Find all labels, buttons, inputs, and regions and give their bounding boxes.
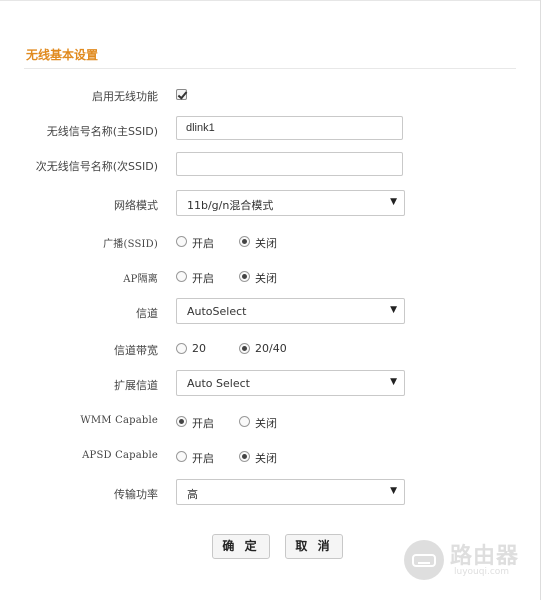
checkmark-icon [177,89,188,100]
dropdown-arrow-icon: ▼ [390,305,397,315]
section-title: 无线基本设置 [26,48,99,62]
wmm-on-radio[interactable] [176,416,187,427]
confirm-button[interactable]: 确 定 [212,534,270,559]
tx-power-select[interactable]: 高 ▼ [176,479,405,505]
ap-isolation-on-label[interactable]: 开启 [192,270,214,286]
sub-ssid-input[interactable] [176,152,403,176]
ext-channel-select[interactable]: Auto Select ▼ [176,370,405,396]
network-mode-label: 网络模式 [114,199,158,212]
ap-isolation-on-radio[interactable] [176,271,187,282]
frame-top-border [0,0,541,1]
radio-selected-dot [242,346,247,351]
broadcast-off-label[interactable]: 关闭 [255,235,277,251]
tx-power-label: 传输功率 [114,488,158,501]
dropdown-arrow-icon: ▼ [390,486,397,496]
radio-selected-dot [242,239,247,244]
apsd-off-radio[interactable] [239,451,250,462]
broadcast-on-label[interactable]: 开启 [192,235,214,251]
bandwidth-20-radio[interactable] [176,343,187,354]
bandwidth-20-label[interactable]: 20 [192,342,206,355]
ext-channel-value: Auto Select [187,377,250,390]
wmm-label: WMM Capable [80,415,158,426]
channel-bandwidth-label: 信道带宽 [114,344,158,357]
channel-value: AutoSelect [187,305,247,318]
apsd-on-radio[interactable] [176,451,187,462]
ap-isolation-off-label[interactable]: 关闭 [255,270,277,286]
wmm-off-radio[interactable] [239,416,250,427]
enable-wireless-checkbox[interactable] [176,89,188,100]
radio-selected-dot [242,454,247,459]
channel-label: 信道 [136,307,158,320]
router-icon [404,540,444,580]
dropdown-arrow-icon: ▼ [390,377,397,387]
bandwidth-20-40-label[interactable]: 20/40 [255,342,287,355]
bandwidth-20-40-radio[interactable] [239,343,250,354]
network-mode-select[interactable]: 11b/g/n混合模式 ▼ [176,190,405,216]
apsd-on-label[interactable]: 开启 [192,450,214,466]
apsd-label: APSD Capable [82,450,158,461]
main-ssid-label: 无线信号名称(主SSID) [46,125,158,138]
radio-selected-dot [242,274,247,279]
broadcast-label: 广播(SSID) [103,239,158,250]
cancel-button[interactable]: 取 消 [285,534,343,559]
watermark-subtext: luyouqi.com [454,567,510,577]
broadcast-on-radio[interactable] [176,236,187,247]
radio-selected-dot [179,419,184,424]
network-mode-value: 11b/g/n混合模式 [187,199,274,212]
section-divider [24,68,516,69]
watermark-text: 路由器 [450,544,520,569]
apsd-off-label[interactable]: 关闭 [255,450,277,466]
enable-wireless-label: 启用无线功能 [92,90,158,103]
frame-right-border [540,0,541,600]
watermark-logo: 路由器 luyouqi.com [404,538,534,584]
ap-isolation-label: AP隔离 [123,274,158,285]
main-ssid-input[interactable]: dlink1 [176,116,403,140]
dropdown-arrow-icon: ▼ [390,197,397,207]
wmm-off-label[interactable]: 关闭 [255,415,277,431]
ext-channel-label: 扩展信道 [114,379,158,392]
sub-ssid-label: 次无线信号名称(次SSID) [35,160,158,173]
ap-isolation-off-radio[interactable] [239,271,250,282]
tx-power-value: 高 [187,488,198,501]
broadcast-off-radio[interactable] [239,236,250,247]
channel-select[interactable]: AutoSelect ▼ [176,298,405,324]
wmm-on-label[interactable]: 开启 [192,415,214,431]
